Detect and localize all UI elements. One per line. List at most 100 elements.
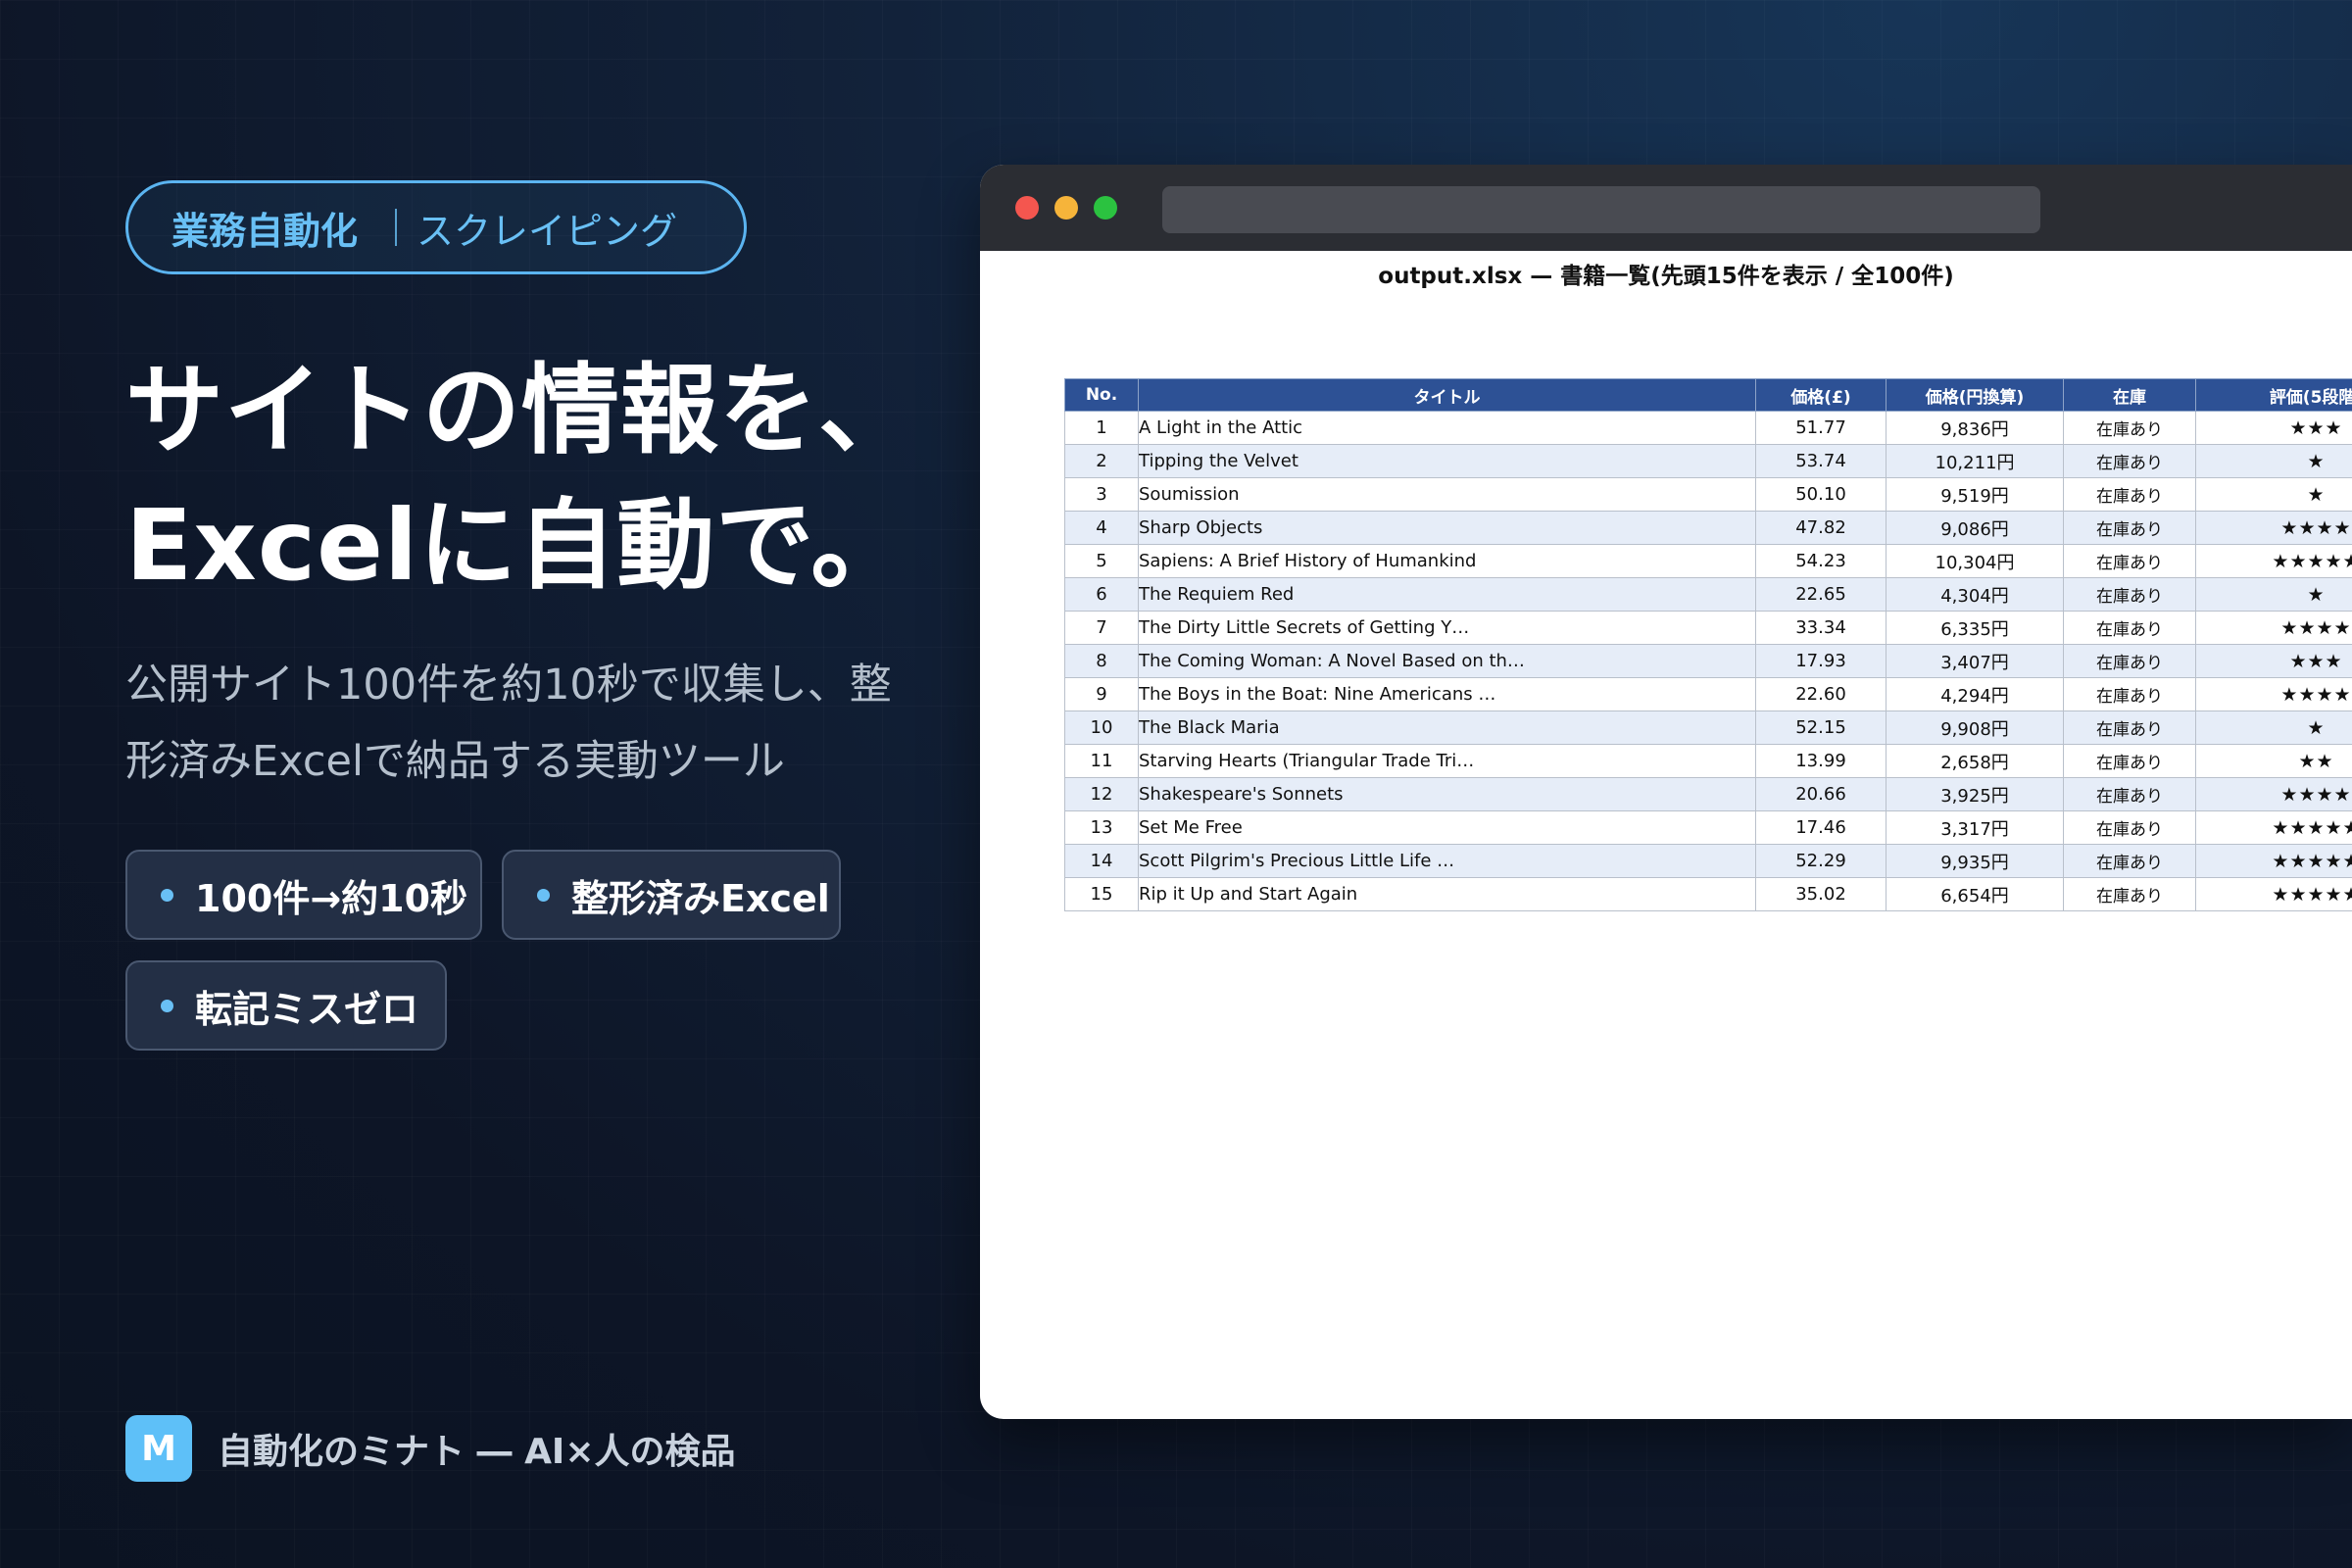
cell-title: Tipping the Velvet xyxy=(1138,444,1756,478)
cell-title: The Requiem Red xyxy=(1138,577,1756,612)
cell-no: 13 xyxy=(1064,810,1139,845)
cell-title: Shakespeare's Sonnets xyxy=(1138,777,1756,811)
cell-stock: 在庫あり xyxy=(2063,844,2196,878)
cell-title: Sapiens: A Brief History of Humankind xyxy=(1138,544,1756,578)
headline-line-1: サイトの情報を、 xyxy=(125,353,917,467)
cell-stock: 在庫あり xyxy=(2063,477,2196,512)
cell-stock: 在庫あり xyxy=(2063,810,2196,845)
feature-label: 整形済みExcel xyxy=(571,876,830,920)
cell-price-jpy: 4,294円 xyxy=(1886,677,2064,711)
cell-rating: ★ xyxy=(2195,477,2352,512)
table-row: 9 The Boys in the Boat: Nine Americans … 2… xyxy=(1064,677,2352,711)
close-window-button[interactable] xyxy=(1015,196,1039,220)
cell-price-jpy: 10,304円 xyxy=(1886,544,2064,578)
cell-title: Soumission xyxy=(1138,477,1756,512)
cell-rating: ★★★★ xyxy=(2195,677,2352,711)
tag-separator xyxy=(395,209,398,246)
browser-window: output.xlsx — 書籍一覧(先頭15件を表示 / 全100件) No.… xyxy=(980,165,2352,1419)
table-body: 1A Light in the Attic 51.77 9,836円 在庫あり ★★★ 2… xyxy=(1064,411,2352,911)
cell-title: A Light in the Attic xyxy=(1138,411,1756,445)
cell-price-jpy: 4,304円 xyxy=(1886,577,2064,612)
cell-rating: ★★★ xyxy=(2195,411,2352,445)
cell-price-jpy: 9,908円 xyxy=(1886,710,2064,745)
cell-price-gbp: 52.29 xyxy=(1755,844,1886,878)
description-line-1: 公開サイト100件を約10秒で収集し、整 xyxy=(125,661,892,710)
cell-price-gbp: 33.34 xyxy=(1755,611,1886,645)
cell-stock: 在庫あり xyxy=(2063,677,2196,711)
header-no: No. xyxy=(1064,378,1139,412)
cell-stock: 在庫あり xyxy=(2063,710,2196,745)
cell-price-jpy: 10,211円 xyxy=(1886,444,2064,478)
cell-price-jpy: 3,925円 xyxy=(1886,777,2064,811)
table-row: 7 The Dirty Little Secrets of Getting Y… 3… xyxy=(1064,611,2352,645)
header-title: タイトル xyxy=(1138,378,1756,412)
cell-stock: 在庫あり xyxy=(2063,411,2196,445)
bullet-dot-icon xyxy=(537,888,550,902)
cell-title: Sharp Objects xyxy=(1138,511,1756,545)
table-row: 14 Scott Pilgrim's Precious Little Life …… xyxy=(1064,844,2352,878)
cell-title: Starving Hearts (Triangular Trade Tri… xyxy=(1138,744,1756,778)
cell-no: 4 xyxy=(1064,511,1139,545)
cell-price-gbp: 17.46 xyxy=(1755,810,1886,845)
cell-price-jpy: 9,836円 xyxy=(1886,411,2064,445)
cell-stock: 在庫あり xyxy=(2063,577,2196,612)
cell-rating: ★ xyxy=(2195,444,2352,478)
cell-title: Scott Pilgrim's Precious Little Life … xyxy=(1138,844,1756,878)
table-row: 12 Shakespeare's Sonnets 20.66 3,925円 在庫あり ★★… xyxy=(1064,777,2352,811)
cell-price-jpy: 6,335円 xyxy=(1886,611,2064,645)
headline: サイトの情報を、 Excelに自動で。 xyxy=(125,343,917,613)
cell-no: 11 xyxy=(1064,744,1139,778)
cell-rating: ★★★★★ xyxy=(2195,877,2352,911)
cell-rating: ★ xyxy=(2195,710,2352,745)
table-row: 6 The Requiem Red 22.65 4,304円 在庫あり ★ xyxy=(1064,577,2352,612)
feature-label: 転記ミスゼロ xyxy=(195,987,419,1031)
cell-title: The Dirty Little Secrets of Getting Y… xyxy=(1138,611,1756,645)
brand-logo-icon: M xyxy=(125,1415,192,1482)
headline-line-2: Excelに自動で。 xyxy=(125,488,910,603)
cell-stock: 在庫あり xyxy=(2063,644,2196,678)
cell-rating: ★★★★★ xyxy=(2195,544,2352,578)
table-row: 13 Set Me Free 17.46 3,317円 在庫あり ★★★★★ xyxy=(1064,810,2352,845)
cell-price-gbp: 50.10 xyxy=(1755,477,1886,512)
cell-no: 8 xyxy=(1064,644,1139,678)
window-titlebar xyxy=(980,165,2352,251)
bullet-dot-icon xyxy=(161,999,173,1012)
cell-no: 5 xyxy=(1064,544,1139,578)
address-bar[interactable] xyxy=(1162,186,2040,233)
maximize-window-button[interactable] xyxy=(1094,196,1117,220)
table-row: 15 Rip it Up and Start Again 35.02 6,654円 在庫… xyxy=(1064,877,2352,911)
table-row: 4 Sharp Objects 47.82 9,086円 在庫あり ★★★★ xyxy=(1064,511,2352,545)
cell-no: 3 xyxy=(1064,477,1139,512)
feature-badge-speed: 100件→約10秒 xyxy=(125,850,482,940)
cell-no: 10 xyxy=(1064,710,1139,745)
cell-title: The Coming Woman: A Novel Based on th… xyxy=(1138,644,1756,678)
cell-no: 15 xyxy=(1064,877,1139,911)
description: 公開サイト100件を約10秒で収集し、整 形済みExcelで納品する実動ツール xyxy=(125,647,929,800)
cell-no: 7 xyxy=(1064,611,1139,645)
cell-price-gbp: 35.02 xyxy=(1755,877,1886,911)
cell-price-gbp: 20.66 xyxy=(1755,777,1886,811)
cell-stock: 在庫あり xyxy=(2063,611,2196,645)
minimize-window-button[interactable] xyxy=(1054,196,1078,220)
cell-price-gbp: 47.82 xyxy=(1755,511,1886,545)
table-row: 5 Sapiens: A Brief History of Humankind 54… xyxy=(1064,544,2352,578)
cell-price-gbp: 51.77 xyxy=(1755,411,1886,445)
header-price-gbp: 価格(£) xyxy=(1755,378,1886,412)
cell-price-jpy: 9,935円 xyxy=(1886,844,2064,878)
books-table: No. タイトル 価格(£) 価格(円換算) 在庫 評価(5段階) 1A Lig… xyxy=(1064,378,2352,911)
cell-price-gbp: 53.74 xyxy=(1755,444,1886,478)
table-header-row: No. タイトル 価格(£) 価格(円換算) 在庫 評価(5段階) xyxy=(1064,378,2352,412)
cell-rating: ★★★★ xyxy=(2195,511,2352,545)
cell-title: Set Me Free xyxy=(1138,810,1756,845)
cell-price-jpy: 9,086円 xyxy=(1886,511,2064,545)
cell-price-gbp: 17.93 xyxy=(1755,644,1886,678)
cell-stock: 在庫あり xyxy=(2063,444,2196,478)
cell-price-gbp: 54.23 xyxy=(1755,544,1886,578)
cell-rating: ★★★★ xyxy=(2195,611,2352,645)
cell-stock: 在庫あり xyxy=(2063,777,2196,811)
cell-title: Rip it Up and Start Again xyxy=(1138,877,1756,911)
cell-no: 6 xyxy=(1064,577,1139,612)
brand-name: 自動化のミナト ― AI×人の検品 xyxy=(218,1432,736,1472)
header-stock: 在庫 xyxy=(2063,378,2196,412)
feature-label: 100件→約10秒 xyxy=(195,876,468,920)
